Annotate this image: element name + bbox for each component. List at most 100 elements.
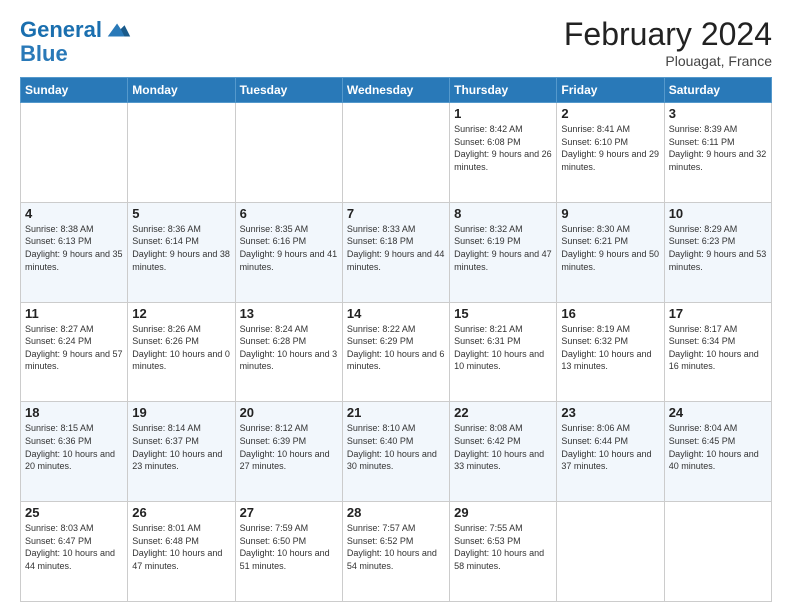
table-row xyxy=(235,103,342,203)
day-info: Sunrise: 8:26 AM Sunset: 6:26 PM Dayligh… xyxy=(132,323,230,373)
calendar-week-row: 25 Sunrise: 8:03 AM Sunset: 6:47 PM Dayli… xyxy=(21,502,772,602)
table-row: 21 Sunrise: 8:10 AM Sunset: 6:40 PM Dayli… xyxy=(342,402,449,502)
table-row: 26 Sunrise: 8:01 AM Sunset: 6:48 PM Dayli… xyxy=(128,502,235,602)
table-row: 23Sunrise: 8:06 AM Sunset: 6:44 PM Dayli… xyxy=(557,402,664,502)
table-row: 9 Sunrise: 8:30 AM Sunset: 6:21 PM Daylig… xyxy=(557,202,664,302)
day-info: Sunrise: 8:24 AM Sunset: 6:28 PM Dayligh… xyxy=(240,323,338,373)
day-number: 8 xyxy=(454,206,552,221)
day-info: Sunrise: 8:30 AM Sunset: 6:21 PM Dayligh… xyxy=(561,223,659,273)
table-row: 2Sunrise: 8:41 AM Sunset: 6:10 PM Daylig… xyxy=(557,103,664,203)
day-number: 27 xyxy=(240,505,338,520)
table-row xyxy=(557,502,664,602)
day-number: 14 xyxy=(347,306,445,321)
table-row: 6 Sunrise: 8:35 AM Sunset: 6:16 PM Daylig… xyxy=(235,202,342,302)
day-info: Sunrise: 8:10 AM Sunset: 6:40 PM Dayligh… xyxy=(347,422,445,472)
table-row: 7 Sunrise: 8:33 AM Sunset: 6:18 PM Daylig… xyxy=(342,202,449,302)
day-number: 24 xyxy=(669,405,767,420)
table-row: 25 Sunrise: 8:03 AM Sunset: 6:47 PM Dayli… xyxy=(21,502,128,602)
col-saturday: Saturday xyxy=(664,78,771,103)
day-info: Sunrise: 8:14 AM Sunset: 6:37 PM Dayligh… xyxy=(132,422,230,472)
day-number: 13 xyxy=(240,306,338,321)
day-info: Sunrise: 8:27 AM Sunset: 6:24 PM Dayligh… xyxy=(25,323,123,373)
day-info: Sunrise: 8:08 AM Sunset: 6:42 PM Dayligh… xyxy=(454,422,552,472)
table-row: 19 Sunrise: 8:14 AM Sunset: 6:37 PM Dayli… xyxy=(128,402,235,502)
table-row: 11 Sunrise: 8:27 AM Sunset: 6:24 PM Dayli… xyxy=(21,302,128,402)
day-number: 19 xyxy=(132,405,230,420)
day-info: Sunrise: 8:29 AM Sunset: 6:23 PM Dayligh… xyxy=(669,223,767,273)
table-row: 16Sunrise: 8:19 AM Sunset: 6:32 PM Dayli… xyxy=(557,302,664,402)
table-row xyxy=(128,103,235,203)
day-number: 28 xyxy=(347,505,445,520)
logo-text-blue: Blue xyxy=(20,42,68,66)
day-number: 6 xyxy=(240,206,338,221)
day-number: 4 xyxy=(25,206,123,221)
day-number: 9 xyxy=(561,206,659,221)
table-row: 15 Sunrise: 8:21 AM Sunset: 6:31 PM Dayli… xyxy=(450,302,557,402)
day-number: 17 xyxy=(669,306,767,321)
day-number: 18 xyxy=(25,405,123,420)
col-friday: Friday xyxy=(557,78,664,103)
table-row: 14 Sunrise: 8:22 AM Sunset: 6:29 PM Dayli… xyxy=(342,302,449,402)
calendar-table: Sunday Monday Tuesday Wednesday Thursday… xyxy=(20,77,772,602)
day-number: 10 xyxy=(669,206,767,221)
header: General Blue February 2024 Plouagat, Fra… xyxy=(20,16,772,69)
table-row xyxy=(664,502,771,602)
day-number: 29 xyxy=(454,505,552,520)
day-number: 16 xyxy=(561,306,659,321)
day-number: 15 xyxy=(454,306,552,321)
day-info: Sunrise: 8:03 AM Sunset: 6:47 PM Dayligh… xyxy=(25,522,123,572)
table-row: 24 Sunrise: 8:04 AM Sunset: 6:45 PM Dayli… xyxy=(664,402,771,502)
day-info: Sunrise: 7:57 AM Sunset: 6:52 PM Dayligh… xyxy=(347,522,445,572)
logo: General Blue xyxy=(20,16,132,66)
col-wednesday: Wednesday xyxy=(342,78,449,103)
col-monday: Monday xyxy=(128,78,235,103)
day-number: 3 xyxy=(669,106,767,121)
day-number: 7 xyxy=(347,206,445,221)
logo-text: General xyxy=(20,18,102,42)
calendar-week-row: 1 Sunrise: 8:42 AM Sunset: 6:08 PM Daylig… xyxy=(21,103,772,203)
day-number: 25 xyxy=(25,505,123,520)
calendar-week-row: 18 Sunrise: 8:15 AM Sunset: 6:36 PM Dayli… xyxy=(21,402,772,502)
day-number: 21 xyxy=(347,405,445,420)
table-row: 12 Sunrise: 8:26 AM Sunset: 6:26 PM Dayli… xyxy=(128,302,235,402)
day-info: Sunrise: 7:55 AM Sunset: 6:53 PM Dayligh… xyxy=(454,522,552,572)
day-info: Sunrise: 8:38 AM Sunset: 6:13 PM Dayligh… xyxy=(25,223,123,273)
day-info: Sunrise: 8:01 AM Sunset: 6:48 PM Dayligh… xyxy=(132,522,230,572)
day-info: Sunrise: 8:12 AM Sunset: 6:39 PM Dayligh… xyxy=(240,422,338,472)
day-info: Sunrise: 8:33 AM Sunset: 6:18 PM Dayligh… xyxy=(347,223,445,273)
table-row xyxy=(21,103,128,203)
day-number: 1 xyxy=(454,106,552,121)
day-info: Sunrise: 8:15 AM Sunset: 6:36 PM Dayligh… xyxy=(25,422,123,472)
calendar-header-row: Sunday Monday Tuesday Wednesday Thursday… xyxy=(21,78,772,103)
calendar-week-row: 4 Sunrise: 8:38 AM Sunset: 6:13 PM Daylig… xyxy=(21,202,772,302)
col-sunday: Sunday xyxy=(21,78,128,103)
day-info: Sunrise: 8:22 AM Sunset: 6:29 PM Dayligh… xyxy=(347,323,445,373)
col-thursday: Thursday xyxy=(450,78,557,103)
table-row: 8 Sunrise: 8:32 AM Sunset: 6:19 PM Daylig… xyxy=(450,202,557,302)
day-number: 2 xyxy=(561,106,659,121)
table-row: 13 Sunrise: 8:24 AM Sunset: 6:28 PM Dayli… xyxy=(235,302,342,402)
day-info: Sunrise: 8:21 AM Sunset: 6:31 PM Dayligh… xyxy=(454,323,552,373)
month-title: February 2024 xyxy=(564,16,772,53)
table-row: 22 Sunrise: 8:08 AM Sunset: 6:42 PM Dayli… xyxy=(450,402,557,502)
day-number: 20 xyxy=(240,405,338,420)
day-number: 22 xyxy=(454,405,552,420)
page: General Blue February 2024 Plouagat, Fra… xyxy=(0,0,792,612)
day-number: 26 xyxy=(132,505,230,520)
day-info: Sunrise: 8:42 AM Sunset: 6:08 PM Dayligh… xyxy=(454,123,552,173)
day-info: Sunrise: 7:59 AM Sunset: 6:50 PM Dayligh… xyxy=(240,522,338,572)
day-number: 5 xyxy=(132,206,230,221)
day-number: 23 xyxy=(561,405,659,420)
table-row: 5 Sunrise: 8:36 AM Sunset: 6:14 PM Daylig… xyxy=(128,202,235,302)
day-number: 11 xyxy=(25,306,123,321)
col-tuesday: Tuesday xyxy=(235,78,342,103)
day-info: Sunrise: 8:35 AM Sunset: 6:16 PM Dayligh… xyxy=(240,223,338,273)
day-number: 12 xyxy=(132,306,230,321)
day-info: Sunrise: 8:04 AM Sunset: 6:45 PM Dayligh… xyxy=(669,422,767,472)
day-info: Sunrise: 8:36 AM Sunset: 6:14 PM Dayligh… xyxy=(132,223,230,273)
table-row: 3Sunrise: 8:39 AM Sunset: 6:11 PM Daylig… xyxy=(664,103,771,203)
table-row: 28 Sunrise: 7:57 AM Sunset: 6:52 PM Dayli… xyxy=(342,502,449,602)
day-info: Sunrise: 8:17 AM Sunset: 6:34 PM Dayligh… xyxy=(669,323,767,373)
table-row: 10 Sunrise: 8:29 AM Sunset: 6:23 PM Dayli… xyxy=(664,202,771,302)
day-info: Sunrise: 8:32 AM Sunset: 6:19 PM Dayligh… xyxy=(454,223,552,273)
